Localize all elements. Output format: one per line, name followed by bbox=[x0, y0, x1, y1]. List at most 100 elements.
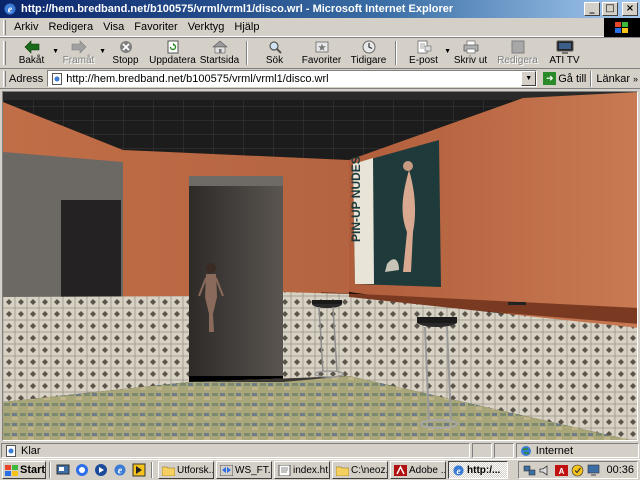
window-title: http://hem.bredband.net/b100575/vrml/vrm… bbox=[21, 3, 454, 15]
history-label: Tidigare bbox=[350, 55, 387, 66]
address-input[interactable]: http://hem.bredband.net/b100575/vrml/vrm… bbox=[47, 70, 538, 87]
svg-text:e: e bbox=[8, 5, 13, 16]
task-button[interactable]: WS_FT... bbox=[216, 461, 272, 479]
favorites-label: Favoriter bbox=[301, 55, 342, 66]
favorites-button[interactable]: Favoriter bbox=[298, 38, 345, 68]
history-icon bbox=[360, 39, 378, 55]
minimize-button[interactable]: _ bbox=[584, 2, 600, 16]
title-bar: e http://hem.bredband.net/b100575/vrml/v… bbox=[0, 0, 640, 18]
refresh-label: Uppdatera bbox=[149, 55, 196, 66]
close-button[interactable]: × bbox=[622, 2, 638, 16]
windows-logo-icon bbox=[604, 18, 640, 37]
vrml-viewport[interactable]: PIN-UP NUDES bbox=[2, 91, 638, 441]
svg-text:A: A bbox=[559, 467, 565, 476]
disco-scene[interactable]: PIN-UP NUDES bbox=[3, 92, 638, 441]
print-button[interactable]: Skriv ut bbox=[447, 38, 494, 68]
maximize-button[interactable]: □ bbox=[602, 2, 618, 16]
security-zone-pane[interactable]: Internet bbox=[515, 443, 640, 458]
task-button[interactable]: Adobe ... bbox=[390, 461, 446, 479]
taskbar-separator bbox=[49, 462, 51, 478]
address-url[interactable]: http://hem.bredband.net/b100575/vrml/vrm… bbox=[66, 73, 521, 85]
stop-button[interactable]: Stopp bbox=[102, 38, 149, 68]
address-grip[interactable] bbox=[3, 70, 6, 87]
forward-button[interactable]: Framåt ▼ bbox=[55, 38, 106, 68]
pin-up-poster bbox=[353, 140, 441, 287]
links-label: Länkar bbox=[596, 72, 631, 85]
start-button[interactable]: Start bbox=[2, 461, 46, 479]
task-button[interactable]: Utforsk... bbox=[158, 461, 214, 479]
mail-button[interactable]: E-post ▼ bbox=[400, 38, 451, 68]
chevron-right-icon: » bbox=[633, 73, 639, 84]
mail-icon bbox=[415, 39, 433, 55]
speaker-icon[interactable] bbox=[538, 463, 552, 477]
clock[interactable]: 00:36 bbox=[606, 464, 634, 476]
menu-arkiv[interactable]: Arkiv bbox=[9, 21, 43, 33]
stop-icon bbox=[117, 39, 135, 55]
address-label: Adress bbox=[9, 72, 44, 85]
menu-hjalp[interactable]: Hjälp bbox=[229, 21, 264, 33]
refresh-button[interactable]: Uppdatera bbox=[149, 38, 196, 68]
links-separator bbox=[590, 70, 593, 87]
search-icon bbox=[266, 39, 284, 55]
menu-visa[interactable]: Visa bbox=[98, 21, 129, 33]
show-desktop-icon[interactable] bbox=[54, 461, 72, 479]
globe-icon bbox=[519, 445, 533, 457]
ie-icon: e bbox=[3, 2, 17, 16]
security-zone-label: Internet bbox=[535, 444, 574, 457]
printer-icon bbox=[462, 39, 480, 55]
task-buttons: Utforsk... WS_FT... index.ht... C:\neoz.… bbox=[158, 461, 508, 479]
svg-text:e: e bbox=[118, 466, 123, 477]
print-label: Skriv ut bbox=[453, 55, 488, 66]
menu-verktyg[interactable]: Verktyg bbox=[183, 21, 230, 33]
refresh-icon bbox=[164, 39, 182, 55]
address-bar: Adress http://hem.bredband.net/b100575/v… bbox=[0, 69, 640, 89]
stop-label: Stopp bbox=[112, 55, 139, 66]
home-button[interactable]: Startsida bbox=[196, 38, 243, 68]
winamp-icon[interactable] bbox=[130, 461, 148, 479]
home-label: Startsida bbox=[199, 55, 240, 66]
go-label: Gå till bbox=[558, 72, 587, 85]
media-player-icon[interactable] bbox=[92, 461, 110, 479]
menu-favoriter[interactable]: Favoriter bbox=[129, 21, 182, 33]
task-button[interactable]: C:\neoz... bbox=[332, 461, 388, 479]
network-icon[interactable] bbox=[522, 463, 536, 477]
forward-arrow-icon bbox=[70, 39, 88, 55]
task-label: index.ht... bbox=[293, 464, 329, 476]
task-button-active[interactable]: e http:/... bbox=[448, 461, 508, 479]
menu-redigera[interactable]: Redigera bbox=[43, 21, 98, 33]
outlook-icon[interactable] bbox=[73, 461, 91, 479]
search-button[interactable]: Sök bbox=[251, 38, 298, 68]
task-label: Adobe ... bbox=[409, 464, 446, 476]
home-icon bbox=[211, 39, 229, 55]
task-label: C:\neoz... bbox=[351, 464, 388, 476]
system-tray: A 00:36 bbox=[518, 461, 638, 479]
poster-text: PIN-UP NUDES bbox=[349, 156, 363, 242]
start-label: Start bbox=[20, 464, 46, 476]
ie-quicklaunch-icon[interactable]: e bbox=[111, 461, 129, 479]
explorer-folder-icon bbox=[161, 464, 175, 477]
ati-tray-icon[interactable]: A bbox=[554, 463, 568, 477]
address-dropdown-icon[interactable]: ▼ bbox=[521, 71, 537, 86]
edit-icon bbox=[509, 39, 527, 55]
task-button[interactable]: index.ht... bbox=[274, 461, 330, 479]
ati-tv-button[interactable]: ATI TV bbox=[541, 38, 588, 68]
ie-task-icon: e bbox=[451, 464, 465, 477]
standard-toolbar: Bakåt ▼ Framåt ▼ Stopp Uppdatera Startsi… bbox=[0, 37, 640, 69]
display-icon[interactable] bbox=[586, 463, 600, 477]
history-button[interactable]: Tidigare bbox=[345, 38, 392, 68]
links-button[interactable]: Länkar » bbox=[596, 73, 638, 85]
status-pane-empty bbox=[472, 443, 492, 458]
taskbar-separator bbox=[151, 462, 153, 478]
task-label: WS_FT... bbox=[235, 464, 271, 476]
back-button[interactable]: Bakåt ▼ bbox=[8, 38, 59, 68]
folder-icon bbox=[335, 464, 349, 477]
antivirus-icon[interactable] bbox=[570, 463, 584, 477]
toolbar-grip[interactable] bbox=[3, 41, 6, 65]
menu-grip[interactable] bbox=[3, 19, 6, 35]
status-text: Klar bbox=[21, 444, 41, 457]
menu-bar: Arkiv Redigera Visa Favoriter Verktyg Hj… bbox=[0, 18, 640, 37]
mail-label: E-post bbox=[409, 55, 438, 66]
task-label: Utforsk... bbox=[177, 464, 214, 476]
edit-button[interactable]: Redigera bbox=[494, 38, 541, 68]
go-button[interactable]: ➜ Gå till bbox=[543, 72, 586, 85]
